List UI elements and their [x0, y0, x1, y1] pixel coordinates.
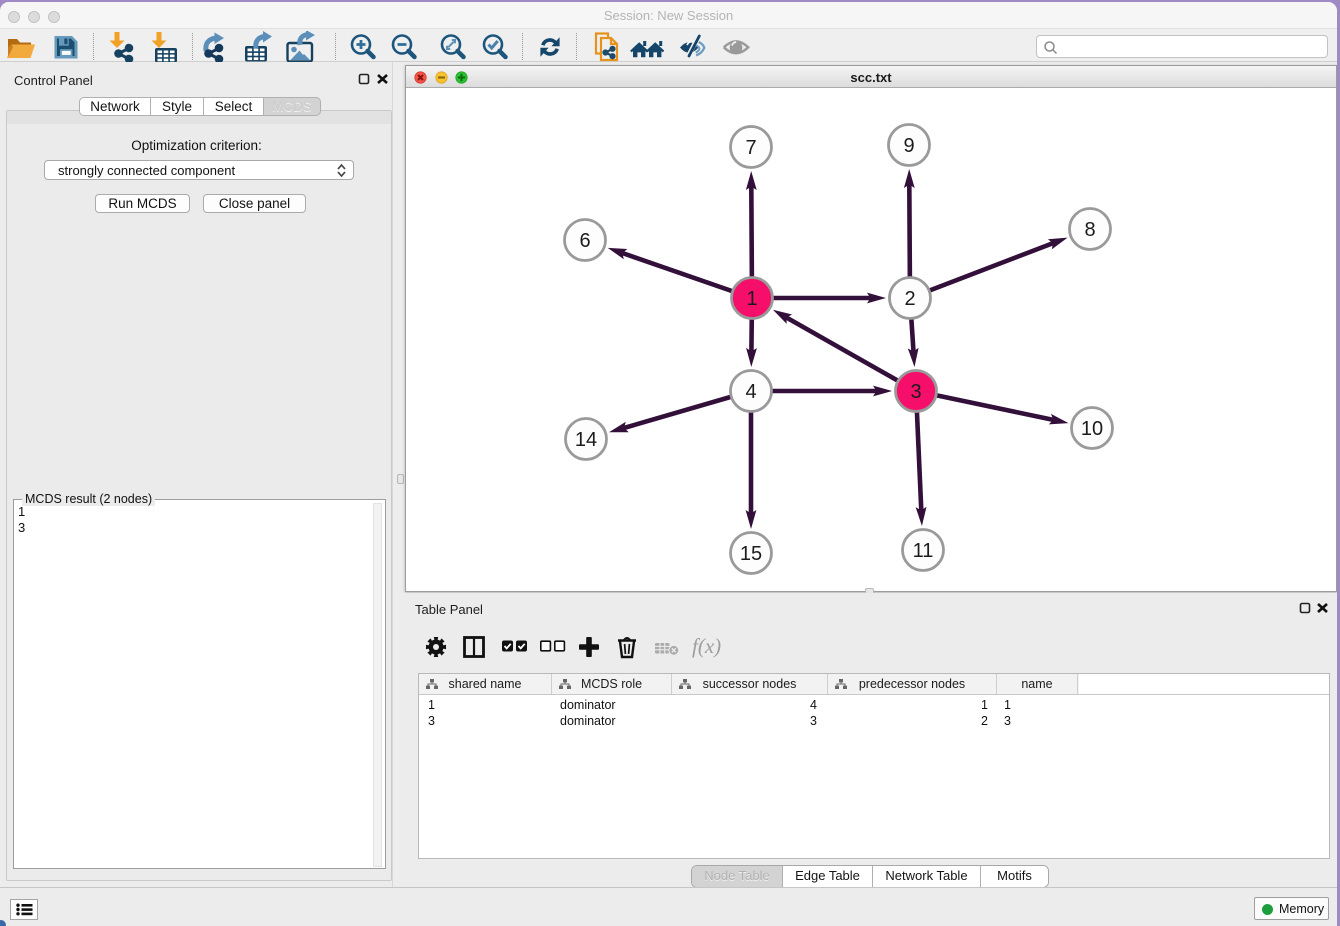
svg-text:2: 2	[904, 288, 915, 310]
svg-text:3: 3	[910, 381, 921, 403]
svg-text:15: 15	[740, 543, 762, 565]
svg-text:4: 4	[745, 381, 756, 403]
svg-text:1: 1	[746, 288, 757, 310]
svg-text:6: 6	[579, 230, 590, 252]
svg-text:11: 11	[913, 540, 934, 562]
svg-text:14: 14	[575, 429, 597, 451]
svg-text:7: 7	[745, 137, 756, 159]
svg-text:9: 9	[903, 135, 914, 157]
svg-text:10: 10	[1081, 418, 1103, 440]
svg-text:8: 8	[1084, 219, 1095, 241]
